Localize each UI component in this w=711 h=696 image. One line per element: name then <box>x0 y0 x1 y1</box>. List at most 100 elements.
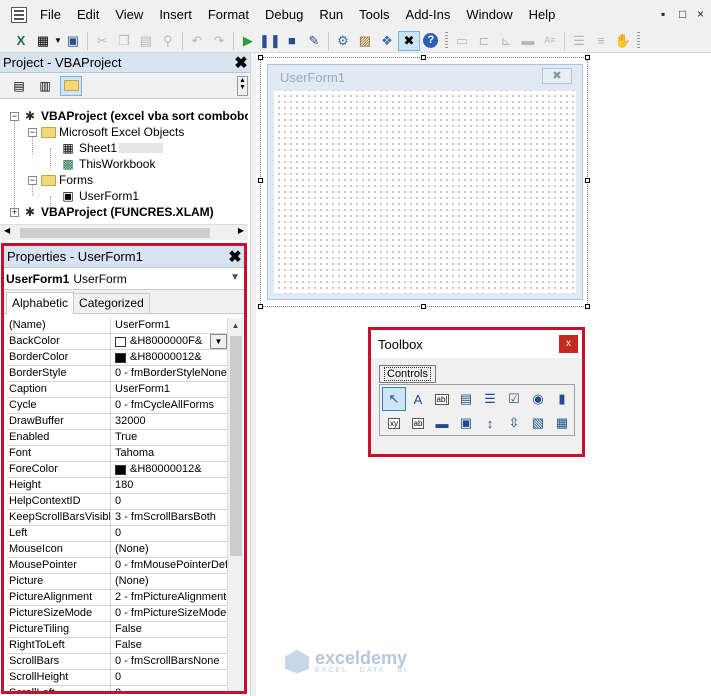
menu-help[interactable]: Help <box>521 4 564 26</box>
userform-selection[interactable]: UserForm1 ✖ <box>258 55 590 309</box>
resize-handle[interactable] <box>585 304 590 309</box>
combobox-icon[interactable]: ▤ <box>454 387 478 411</box>
toolbar-grip[interactable] <box>444 31 448 50</box>
project-pane-scrollbar[interactable]: ▲ ▼ <box>237 76 248 96</box>
resize-handle[interactable] <box>258 55 263 60</box>
property-row[interactable]: Picture (None) <box>7 574 227 590</box>
property-value[interactable]: (None) <box>111 574 227 589</box>
copy-button[interactable]: ❐ <box>113 31 135 51</box>
property-row[interactable]: KeepScrollBarsVisible 3 - fmScrollBarsBot… <box>7 510 227 526</box>
property-value[interactable]: 32000 <box>111 414 227 429</box>
commandbutton-icon[interactable]: ab <box>406 411 430 435</box>
toolbox-button[interactable]: ✖ <box>397 30 420 51</box>
cut-button[interactable]: ✂ <box>91 31 113 51</box>
property-row[interactable]: (Name) UserForm1 <box>7 318 227 334</box>
property-value[interactable]: 0 <box>111 670 227 685</box>
paste-button[interactable]: ▤ <box>135 31 157 51</box>
togglebutton-icon[interactable]: ▮ <box>550 387 574 411</box>
scroll-thumb[interactable] <box>20 228 210 238</box>
toggle-folders-button[interactable] <box>60 75 82 96</box>
collapse-icon[interactable]: − <box>28 175 37 185</box>
collapse-icon[interactable]: − <box>10 111 19 121</box>
resize-handle[interactable] <box>421 304 426 309</box>
scroll-right-icon[interactable]: ▶ <box>238 226 244 235</box>
menu-view[interactable]: View <box>107 4 151 26</box>
frame-icon[interactable]: xy <box>382 411 406 435</box>
tree-node-forms[interactable]: − Forms <box>28 172 93 188</box>
menu-format[interactable]: Format <box>200 4 257 26</box>
multipage-icon[interactable]: ▣ <box>454 411 478 435</box>
scrollbar-icon[interactable]: ↕ <box>478 411 502 435</box>
expand-icon[interactable]: + <box>10 207 19 217</box>
property-value[interactable]: 2 - fmPictureAlignmentCenter <box>111 590 227 605</box>
resize-handle[interactable] <box>585 178 590 183</box>
tree-node-userform1[interactable]: ▣ UserForm1 <box>60 188 139 204</box>
resize-handle[interactable] <box>258 178 263 183</box>
userform[interactable]: UserForm1 ✖ <box>267 64 583 300</box>
property-row[interactable]: MouseIcon (None) <box>7 542 227 558</box>
uncomment-block-button[interactable]: A≡ <box>539 31 561 51</box>
property-row[interactable]: HelpContextID 0 <box>7 494 227 510</box>
close-icon[interactable]: ✖ <box>232 54 250 72</box>
tab-alphabetic[interactable]: Alphabetic <box>6 292 75 314</box>
property-value[interactable]: False <box>111 622 227 637</box>
property-row[interactable]: BorderStyle 0 - fmBorderStyleNone <box>7 366 227 382</box>
menu-edit[interactable]: Edit <box>69 4 107 26</box>
property-row[interactable]: MousePointer 0 - fmMousePointerDefault <box>7 558 227 574</box>
optionbutton-icon[interactable]: ◉ <box>526 387 550 411</box>
property-row[interactable]: Font Tahoma <box>7 446 227 462</box>
property-row[interactable]: BorderColor &H80000012& <box>7 350 227 366</box>
property-value[interactable]: 0 - fmPictureSizeModeClip <box>111 606 227 621</box>
resize-handle[interactable] <box>585 55 590 60</box>
vbe-app-icon[interactable] <box>11 6 27 23</box>
refedit-icon[interactable]: ▦ <box>550 411 574 435</box>
collapse-icon[interactable]: − <box>28 127 37 137</box>
tab-categorized[interactable]: Categorized <box>73 293 150 313</box>
property-value[interactable]: 0 - fmCycleAllForms <box>111 398 227 413</box>
help-button[interactable]: ? <box>420 31 442 51</box>
menu-file[interactable]: File <box>37 4 69 26</box>
property-row[interactable]: ScrollHeight 0 <box>7 670 227 686</box>
property-value[interactable]: UserForm1 <box>111 318 227 333</box>
chevron-down-icon[interactable]: ▼ <box>230 272 240 283</box>
property-value[interactable]: 3 - fmScrollBarsBoth <box>111 510 227 525</box>
property-value[interactable]: (None) <box>111 542 227 557</box>
tree-node-excel-objects[interactable]: − Microsoft Excel Objects <box>28 124 184 140</box>
undo-button[interactable]: ↶ <box>186 31 208 51</box>
listbox-icon[interactable]: ☰ <box>478 387 502 411</box>
indent-button[interactable]: ▭ <box>451 31 473 51</box>
menu-tools[interactable]: Tools <box>351 4 397 26</box>
properties-window-button[interactable]: ▨ <box>354 31 376 51</box>
chevron-down-icon[interactable]: ▼ <box>210 334 227 349</box>
reset-button[interactable]: ■ <box>281 31 303 51</box>
menu-insert[interactable]: Insert <box>151 4 200 26</box>
run-button[interactable]: ▶ <box>237 31 259 51</box>
property-row[interactable]: Enabled True <box>7 430 227 446</box>
tree-node-sheet1[interactable]: ▦ Sheet1 <box>60 140 164 156</box>
object-selector[interactable]: UserForm1 UserForm ▼ <box>4 268 244 290</box>
resize-handle[interactable] <box>421 55 426 60</box>
break-button[interactable]: ❚❚ <box>259 31 281 51</box>
toolbar-grip[interactable] <box>636 31 640 50</box>
property-row[interactable]: ScrollLeft 0 <box>7 686 227 691</box>
scroll-left-icon[interactable]: ◀ <box>4 226 10 235</box>
close-icon[interactable]: ✖ <box>226 248 244 266</box>
property-value[interactable]: 180 <box>111 478 227 493</box>
property-value[interactable]: &H80000012& <box>111 462 227 477</box>
property-value[interactable]: False <box>111 638 227 653</box>
outdent-button[interactable]: ⊏ <box>473 31 495 51</box>
property-row[interactable]: PictureTiling False <box>7 622 227 638</box>
comment-block-button[interactable]: ▬ <box>517 31 539 51</box>
toggle-breakpoint-button[interactable]: ⊾ <box>495 31 517 51</box>
image-icon[interactable]: ▧ <box>526 411 550 435</box>
save-button[interactable]: ▣ <box>62 31 84 51</box>
property-value[interactable]: 0 - fmBorderStyleNone <box>111 366 227 381</box>
view-object-button[interactable]: ▥ <box>34 76 56 96</box>
checkbox-icon[interactable]: ☑ <box>502 387 526 411</box>
property-value[interactable]: 0 - fmScrollBarsNone <box>111 654 227 669</box>
property-value[interactable]: 0 <box>111 526 227 541</box>
hand-button[interactable]: ✋ <box>612 31 634 51</box>
view-code-button[interactable]: ▤ <box>8 76 30 96</box>
properties-scrollbar[interactable]: ▲ <box>227 318 243 691</box>
minimize-icon[interactable]: ▪ <box>661 7 665 21</box>
